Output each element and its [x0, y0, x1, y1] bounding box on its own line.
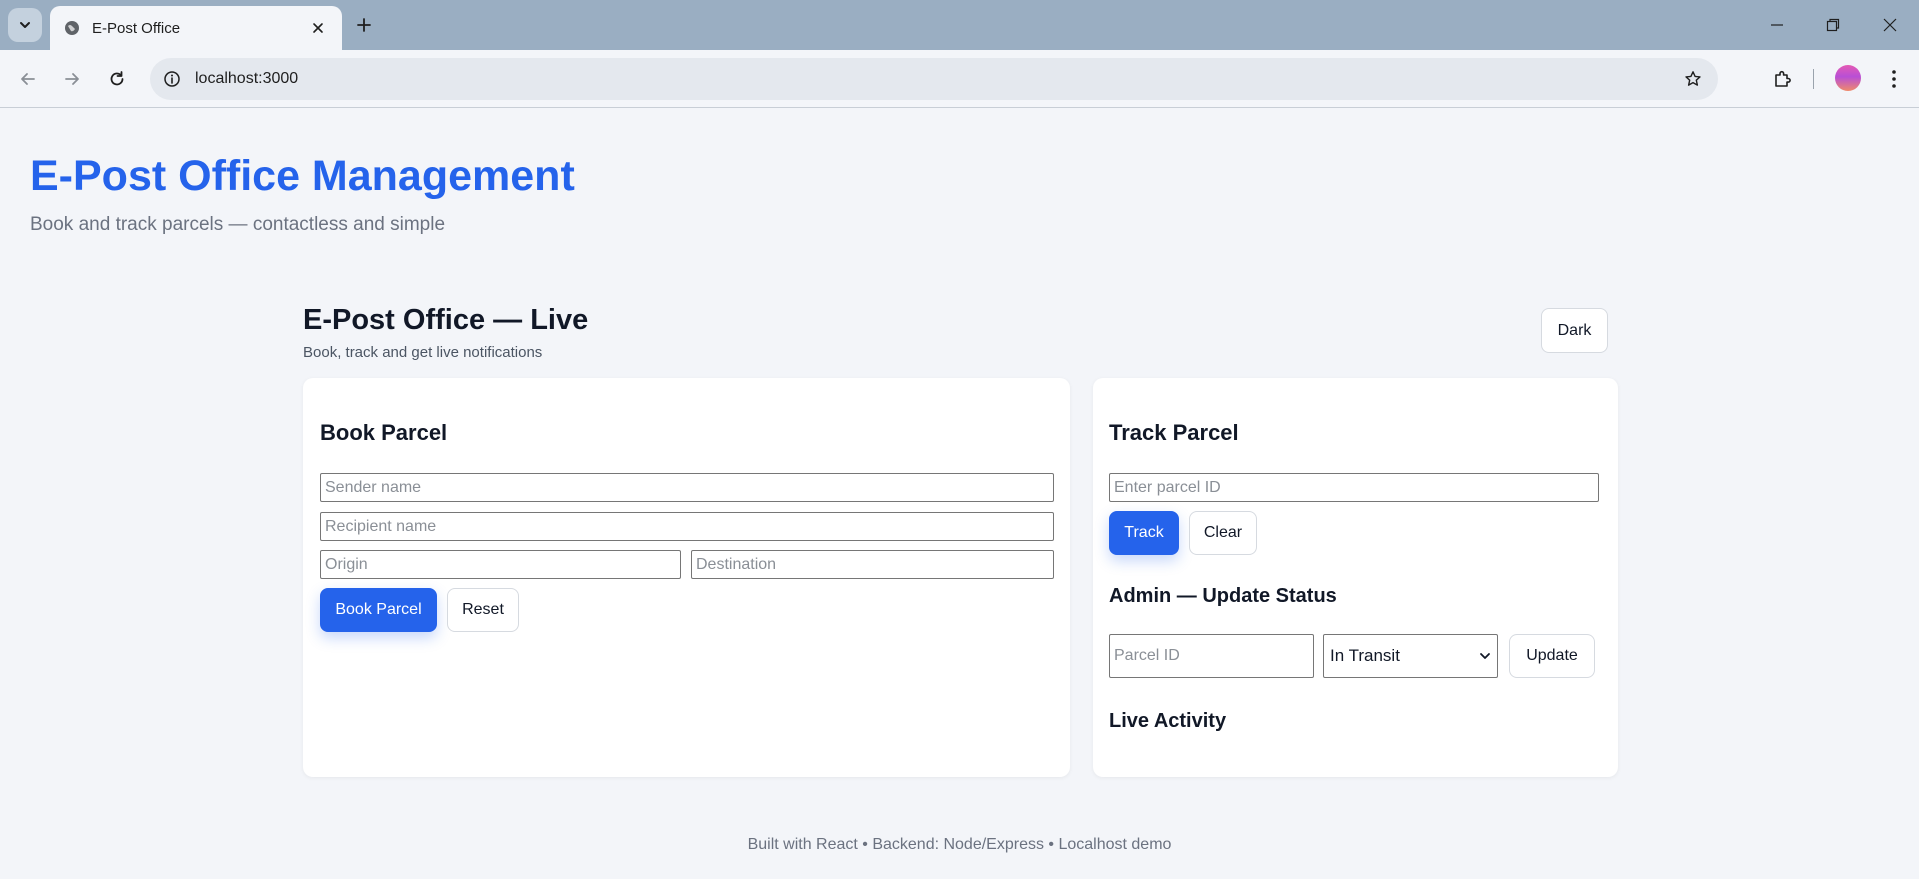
- page-content: E-Post Office Management Book and track …: [0, 108, 1919, 879]
- app-title: E-Post Office — Live: [303, 304, 589, 336]
- close-tab-button[interactable]: [308, 18, 328, 38]
- browser-tab[interactable]: E-Post Office: [50, 6, 342, 50]
- forward-arrow-icon: [65, 73, 79, 85]
- restore-button[interactable]: [1818, 10, 1848, 40]
- close-window-button[interactable]: [1875, 10, 1905, 40]
- book-parcel-button[interactable]: Book Parcel: [320, 588, 437, 632]
- admin-update-title: Admin — Update Status: [1109, 585, 1337, 607]
- tab-title: E-Post Office: [92, 19, 181, 37]
- back-arrow-icon: [21, 73, 35, 85]
- track-parcel-title: Track Parcel: [1109, 420, 1239, 445]
- site-info-button[interactable]: [157, 64, 187, 94]
- browser-toolbar: localhost:3000: [0, 50, 1919, 108]
- minimize-button[interactable]: [1762, 10, 1792, 40]
- site-info-icon: [164, 71, 180, 87]
- app-subtitle: Book, track and get live notifications: [303, 344, 543, 361]
- status-select-value: In Transit: [1330, 646, 1400, 665]
- page-title: E-Post Office Management: [30, 152, 575, 200]
- url-text: localhost:3000: [195, 70, 299, 87]
- toolbar-divider: [1813, 69, 1814, 89]
- forward-button[interactable]: [56, 63, 88, 95]
- profile-avatar[interactable]: [1835, 65, 1861, 91]
- page-subtitle: Book and track parcels — contactless and…: [30, 214, 446, 235]
- book-parcel-card: Book Parcel Book Parcel Reset: [303, 378, 1070, 777]
- recipient-name-input[interactable]: [320, 512, 1054, 541]
- plus-icon: [357, 18, 371, 32]
- globe-icon: [65, 21, 79, 35]
- browser-tab-bar: E-Post Office: [0, 0, 1919, 50]
- reload-button[interactable]: [101, 63, 133, 95]
- chevron-down-icon: [20, 22, 30, 28]
- more-menu-icon: [1892, 70, 1896, 88]
- tab-search-button[interactable]: [8, 8, 42, 42]
- chevron-down-icon: [1480, 653, 1490, 659]
- extensions-icon: [1775, 70, 1791, 87]
- bookmark-button[interactable]: [1678, 64, 1708, 94]
- track-parcel-card: Track Parcel Track Clear Admin — Update …: [1093, 378, 1618, 777]
- back-button[interactable]: [12, 63, 44, 95]
- dark-mode-button[interactable]: Dark: [1541, 308, 1608, 353]
- extensions-button[interactable]: [1766, 63, 1798, 95]
- live-activity-title: Live Activity: [1109, 710, 1227, 732]
- update-status-button[interactable]: Update: [1509, 634, 1595, 678]
- close-icon: [313, 23, 323, 33]
- restore-icon: [1826, 18, 1840, 32]
- book-parcel-title: Book Parcel: [320, 420, 448, 445]
- origin-input[interactable]: [320, 550, 681, 579]
- footer-text: Built with React • Backend: Node/Express…: [747, 836, 1172, 853]
- close-window-icon: [1883, 18, 1897, 32]
- sender-name-input[interactable]: [320, 473, 1054, 502]
- destination-input[interactable]: [691, 550, 1054, 579]
- star-icon: [1685, 71, 1701, 86]
- track-button[interactable]: Track: [1109, 511, 1179, 555]
- minimize-icon: [1771, 24, 1783, 26]
- reset-button[interactable]: Reset: [447, 588, 519, 632]
- address-bar[interactable]: localhost:3000: [150, 58, 1718, 100]
- more-menu-button[interactable]: [1878, 63, 1910, 95]
- status-select[interactable]: In Transit: [1323, 634, 1498, 678]
- admin-parcel-id-input[interactable]: [1109, 634, 1314, 678]
- clear-button[interactable]: Clear: [1189, 511, 1257, 555]
- reload-icon: [110, 71, 124, 86]
- new-tab-button[interactable]: [350, 11, 378, 39]
- parcel-id-input[interactable]: [1109, 473, 1599, 502]
